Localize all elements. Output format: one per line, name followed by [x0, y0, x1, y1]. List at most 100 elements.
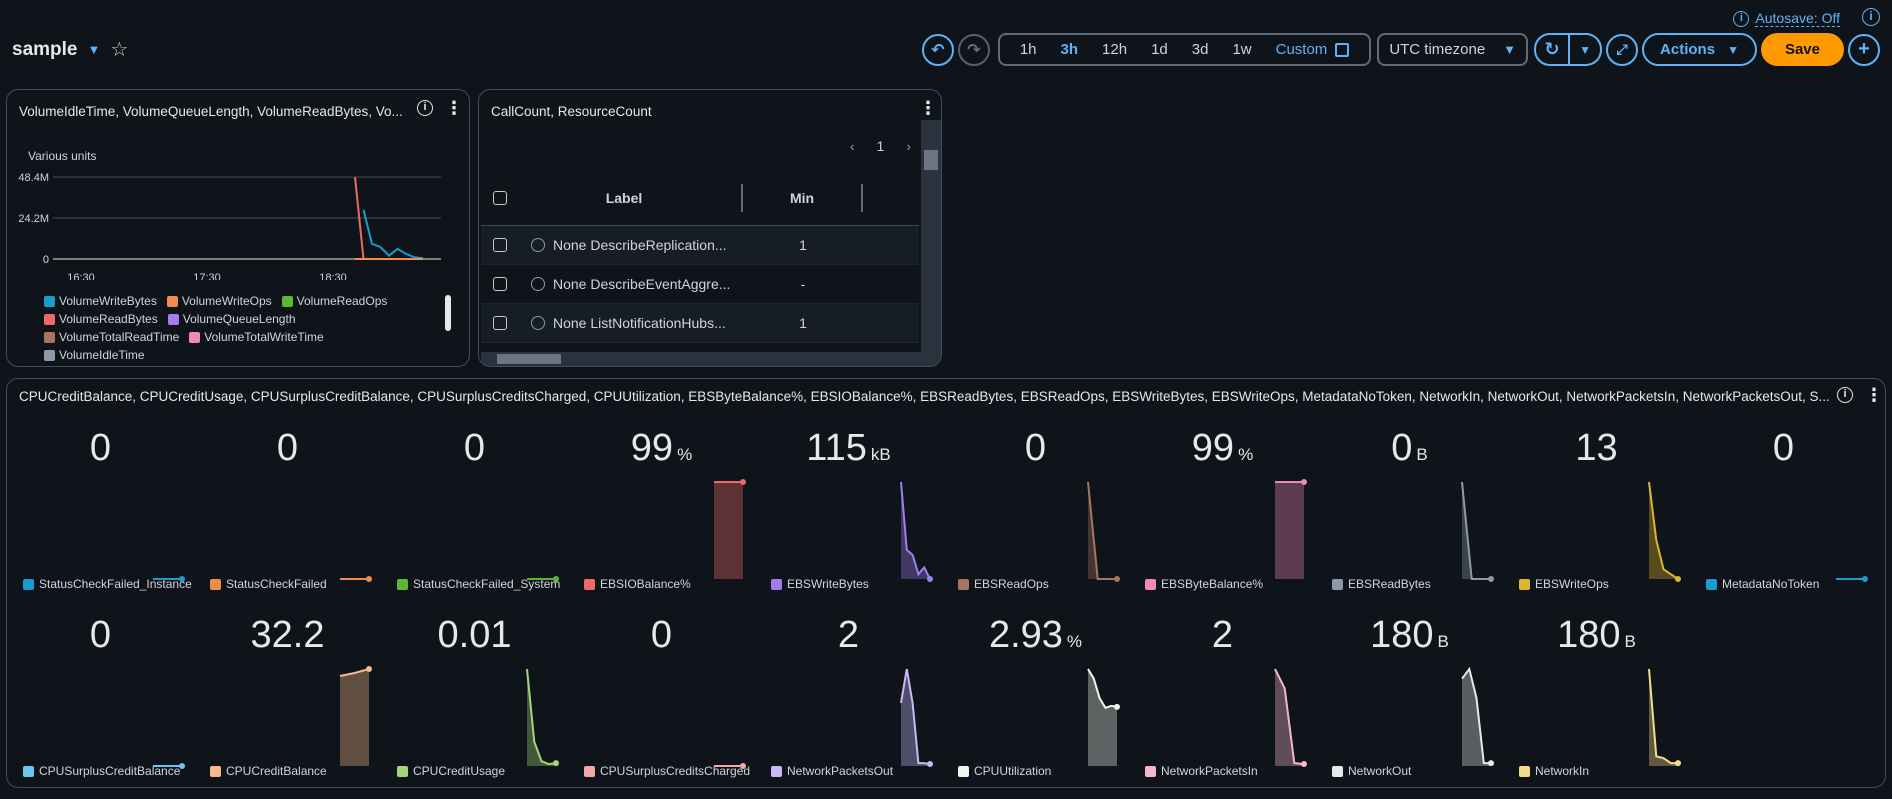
legend-swatch [167, 313, 179, 325]
next-page-icon[interactable]: › [906, 138, 911, 154]
save-button[interactable]: Save [1760, 33, 1844, 66]
more-options-icon[interactable]: ⋮ [919, 99, 937, 117]
metric-tile[interactable]: 99% EBSIOBalance% [568, 409, 755, 594]
metric-tile[interactable]: 115 kB EBSWriteBytes [755, 409, 942, 594]
favorite-star-icon[interactable]: ☆ [110, 37, 128, 62]
time-range-1h[interactable]: 1h [1008, 41, 1049, 58]
sparkline [1087, 481, 1120, 582]
vertical-scrollbar[interactable] [921, 120, 941, 366]
metric-tile[interactable]: 0 CPUSurplusCreditBalance [7, 596, 194, 781]
legend-swatch [44, 331, 55, 343]
column-header-label[interactable]: Label [507, 183, 743, 212]
custom-time-range[interactable]: Custom [1264, 41, 1362, 58]
row-checkbox[interactable] [493, 316, 507, 330]
legend-row: VolumeWriteBytes VolumeWriteOps VolumeRead… [44, 294, 434, 308]
legend-item[interactable]: VolumeReadBytes [44, 312, 158, 326]
legend-scrollbar[interactable] [445, 295, 451, 331]
legend-item[interactable]: VolumeWriteBytes [44, 294, 157, 308]
metric-tile[interactable]: 0.01 CPUCreditUsage [381, 596, 568, 781]
metric-tile[interactable]: 0 B EBSReadBytes [1316, 409, 1503, 594]
select-all-checkbox[interactable] [493, 190, 507, 205]
refresh-split-button: ↻ ▼ [1534, 33, 1603, 66]
info-icon[interactable]: i [1837, 387, 1853, 403]
table-row[interactable]: None DescribeEventAggre... - [481, 265, 919, 304]
horizontal-scrollbar[interactable] [481, 352, 925, 366]
table-row[interactable]: None DescribeReplication... 1 [481, 226, 919, 265]
metric-tile[interactable]: 0 MetadataNoToken [1690, 409, 1877, 594]
metric-tile[interactable]: 0 EBSReadOps [942, 409, 1129, 594]
metric-tile[interactable]: 0 CPUSurplusCreditsCharged [568, 596, 755, 781]
metric-tile[interactable]: 13 EBSWriteOps [1503, 409, 1690, 594]
time-range-12h[interactable]: 12h [1090, 41, 1139, 58]
fullscreen-button[interactable]: ⤢ [1606, 33, 1639, 66]
legend-item[interactable]: VolumeTotalWriteTime [189, 330, 324, 344]
metric-tile[interactable]: 2 NetworkPacketsIn [1129, 596, 1316, 781]
column-header-min[interactable]: Min [743, 183, 863, 212]
autosave-toggle[interactable]: i Autosave: Off [1733, 10, 1840, 27]
metric-value: 2.93% [942, 614, 1129, 657]
metric-tile[interactable]: 180 B NetworkOut [1316, 596, 1503, 781]
metric-tile[interactable]: 180 B NetworkIn [1503, 596, 1690, 781]
more-options-icon[interactable]: ⋮ [1865, 386, 1883, 404]
metric-label-text: NetworkPacketsOut [787, 764, 894, 778]
dashboard-menu-caret-icon[interactable]: ▼ [87, 42, 100, 57]
timezone-dropdown[interactable]: UTC timezone ▼ [1377, 33, 1529, 66]
metric-swatch [210, 578, 221, 590]
time-range-3d[interactable]: 3d [1180, 41, 1221, 58]
redo-button[interactable]: ↷ [957, 33, 990, 66]
legend-item[interactable]: VolumeQueueLength [167, 312, 296, 326]
metric-value: 32.2 [194, 614, 381, 657]
refresh-options-button[interactable]: ▼ [1570, 33, 1603, 66]
table-row[interactable]: None ListNotificationHubs... 1 [481, 304, 919, 343]
sparkline-area [1649, 482, 1678, 579]
legend-item[interactable]: VolumeIdleTime [44, 348, 145, 362]
add-widget-button[interactable]: + [1848, 33, 1880, 66]
sparkline-end-dot [1301, 761, 1307, 768]
sparkline [153, 576, 185, 582]
y-tick-label: 24.2M [18, 213, 49, 225]
sparkline [900, 481, 933, 582]
metric-tile[interactable]: 2.93% CPUUtilization [942, 596, 1129, 781]
metric-tile[interactable]: 0 StatusCheckFailed [194, 409, 381, 594]
sparkline-end-dot [927, 576, 933, 582]
x-tick-label: 17:30 [193, 272, 221, 280]
y-tick-label: 0 [43, 254, 49, 266]
time-range-1w[interactable]: 1w [1220, 41, 1263, 58]
actions-button[interactable]: Actions ▼ [1642, 33, 1757, 66]
legend-row: VolumeReadBytes VolumeQueueLength [44, 312, 434, 326]
metric-unit: % [1066, 632, 1083, 651]
table-header: Label Min [481, 170, 919, 226]
toolbar: ↶ ↷ 1h 3h 12h 1d 3d 1w Custom UTC timezone ▼ ↻… [921, 33, 1880, 66]
legend-item[interactable]: VolumeReadOps [281, 294, 387, 308]
row-checkbox[interactable] [493, 277, 507, 291]
metric-value-number: 0 [650, 614, 673, 656]
time-range-selector: 1h 3h 12h 1d 3d 1w Custom [997, 33, 1372, 66]
help-info-icon[interactable]: i [1862, 8, 1880, 26]
refresh-button[interactable]: ↻ [1534, 33, 1571, 66]
row-label: None DescribeEventAggre... [553, 276, 731, 292]
metric-tile[interactable]: 32.2 CPUCreditBalance [194, 596, 381, 781]
row-checkbox[interactable] [493, 238, 507, 252]
scroll-thumb[interactable] [497, 354, 561, 364]
metric-swatch [1332, 578, 1343, 590]
legend-item[interactable]: VolumeTotalReadTime [44, 330, 179, 344]
current-page[interactable]: 1 [877, 138, 885, 154]
sparkline [1648, 668, 1681, 767]
time-range-3h[interactable]: 3h [1049, 41, 1091, 58]
metric-tile[interactable]: 99% EBSByteBalance% [1129, 409, 1316, 594]
metric-tile[interactable]: 0 StatusCheckFailed_Instance [7, 409, 194, 594]
metric-tile[interactable]: 0 StatusCheckFailed_System [381, 409, 568, 594]
sparkline-area [714, 482, 743, 579]
legend-item[interactable]: VolumeWriteOps [166, 294, 272, 308]
undo-button[interactable]: ↶ [921, 33, 954, 66]
time-range-1d[interactable]: 1d [1139, 41, 1180, 58]
status-icon [531, 238, 545, 252]
row-min-value: 1 [799, 315, 807, 331]
legend-swatch [166, 295, 178, 307]
metric-label-text: EBSReadOps [974, 577, 1049, 591]
scroll-thumb[interactable] [924, 150, 938, 170]
metric-value-number: 0 [89, 427, 112, 469]
previous-page-icon[interactable]: ‹ [850, 138, 855, 154]
metric-tile[interactable]: 2 NetworkPacketsOut [755, 596, 942, 781]
metric-label-text: MetadataNoToken [1722, 577, 1820, 591]
